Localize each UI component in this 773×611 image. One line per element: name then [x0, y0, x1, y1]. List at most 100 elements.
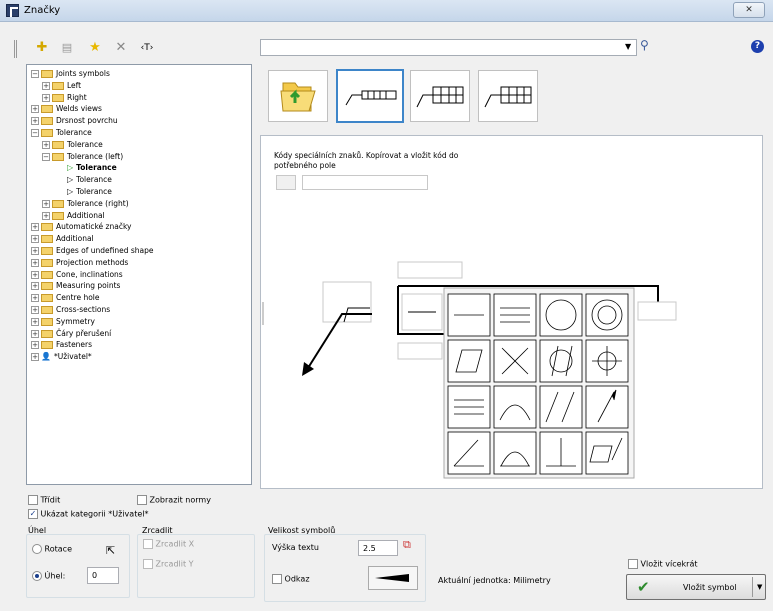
title-bar — [0, 0, 773, 22]
thumbnail-tolerance-1[interactable] — [336, 69, 404, 123]
collapse-icon[interactable]: − — [42, 152, 50, 161]
symbol-picker[interactable] — [443, 287, 635, 479]
tree-item-label: Tolerance (right) — [67, 198, 129, 208]
expand-icon[interactable]: + — [31, 282, 39, 291]
tree-item-label: Joints symbols — [56, 69, 110, 78]
symbol-drawing — [262, 261, 677, 479]
search-input[interactable] — [260, 39, 637, 56]
tree-item[interactable]: + Additional — [31, 233, 94, 244]
expand-icon[interactable]: + — [42, 93, 50, 102]
right-text-field[interactable] — [637, 301, 677, 321]
tree-item-label: Welds views — [56, 104, 102, 114]
add-icon[interactable]: ✚ — [33, 39, 51, 57]
delete-icon[interactable]: ✕ — [112, 39, 130, 57]
lower-text-field[interactable] — [397, 342, 443, 360]
tree-item-label: Right — [67, 92, 87, 102]
tree-item[interactable]: − Tolerance — [31, 127, 92, 138]
expand-icon[interactable]: + — [31, 105, 39, 114]
rotation-radio[interactable]: Rotace — [32, 544, 72, 554]
code-field[interactable] — [302, 175, 428, 190]
tree-item[interactable]: + 👤 *Uživatel* — [31, 351, 92, 362]
upper-text-field[interactable] — [397, 261, 463, 279]
folder-icon — [41, 70, 53, 78]
expand-icon[interactable]: + — [31, 247, 39, 255]
tree-item[interactable]: + Fasteners — [31, 339, 92, 350]
folder-icon — [41, 235, 53, 244]
thumbnail-tolerance-3[interactable] — [478, 70, 538, 122]
tree-item[interactable]: + Drsnost povrchu — [31, 115, 118, 126]
text-height-input[interactable]: 2.5 — [358, 540, 398, 556]
tree-item-label: Tolerance — [56, 128, 92, 137]
tree-item-label: *Uživatel* — [53, 352, 92, 362]
expand-icon[interactable]: + — [31, 353, 39, 362]
rotate-cursor-icon[interactable]: ⇱ — [106, 544, 115, 557]
expand-icon[interactable]: + — [42, 199, 50, 208]
expand-icon[interactable]: + — [31, 270, 39, 279]
folder-icon — [41, 329, 53, 338]
text-icon[interactable]: ‹T› — [138, 39, 156, 57]
leader-type-box[interactable] — [322, 281, 372, 323]
tree-item[interactable]: + Measuring points — [31, 280, 120, 291]
help-icon[interactable]: ? — [751, 40, 764, 53]
collapse-icon[interactable]: − — [31, 70, 39, 78]
expand-icon[interactable]: + — [31, 117, 39, 126]
expand-icon[interactable]: + — [31, 317, 39, 326]
tree-item[interactable]: + Left — [42, 80, 81, 91]
symbol-icon: ▷ — [67, 163, 74, 173]
tree-item[interactable]: + Projection methods — [31, 257, 128, 268]
tree-item-label: Fasteners — [56, 340, 93, 350]
chevron-down-icon[interactable]: ▼ — [625, 42, 631, 51]
expand-icon[interactable]: + — [31, 294, 39, 303]
tree-item[interactable]: + Automatické značky — [31, 221, 131, 232]
expand-icon[interactable]: + — [31, 306, 39, 314]
thumbnail-tolerance-2[interactable] — [410, 70, 470, 122]
expand-icon[interactable]: + — [31, 235, 39, 244]
tree-item[interactable]: + Čáry přerušení — [31, 328, 111, 339]
mirror-y-checkbox[interactable]: Zrcadlit Y — [143, 559, 194, 569]
chevron-down-icon[interactable]: ▼ — [757, 583, 762, 591]
tree-item[interactable]: + Tolerance — [42, 139, 103, 150]
expand-icon[interactable]: + — [31, 223, 39, 232]
expand-icon[interactable]: + — [31, 329, 39, 338]
tree-item[interactable]: + Tolerance (right) — [42, 198, 129, 209]
thumbnail-folder-up[interactable] — [268, 70, 328, 122]
mirror-x-checkbox[interactable]: Zrcadlit X — [143, 539, 194, 549]
tree-item[interactable]: + Centre hole — [31, 292, 100, 303]
expand-icon[interactable]: + — [42, 81, 50, 90]
leader-checkbox[interactable]: Odkaz — [272, 574, 310, 584]
tree-item[interactable]: + Welds views — [31, 103, 102, 114]
angle-radio[interactable]: Úhel: — [32, 571, 65, 581]
collapse-icon[interactable]: − — [31, 129, 39, 137]
insert-multiple-checkbox[interactable]: Vložit vícekrát — [628, 559, 697, 569]
close-button[interactable]: ✕ — [733, 2, 765, 18]
show-user-category-checkbox[interactable]: ✓ Ukázat kategorii *Uživatel* — [28, 509, 148, 519]
favorite-icon[interactable]: ★ — [86, 39, 104, 57]
tree-item[interactable]: ▷ Tolerance — [67, 186, 112, 197]
tree-item[interactable]: ▷ Tolerance — [67, 174, 112, 185]
tree-item[interactable]: + Cross-sections — [31, 304, 110, 315]
show-norms-checkbox[interactable]: Zobrazit normy — [137, 495, 211, 505]
properties-icon[interactable]: ▤ — [58, 39, 76, 57]
expand-icon[interactable]: + — [31, 341, 39, 350]
tree-item[interactable]: − Tolerance (left) — [42, 151, 123, 162]
tree-item[interactable]: + Cone, inclinations — [31, 269, 123, 280]
tree-item[interactable]: − Joints symbols — [31, 68, 110, 79]
category-tree[interactable]: − Joints symbols + Left + Right + Welds views + D… — [26, 64, 252, 485]
leader-style-button[interactable] — [368, 566, 418, 590]
sort-checkbox[interactable]: Třídit — [28, 495, 60, 505]
angle-input[interactable]: 0 — [87, 567, 119, 584]
expand-icon[interactable]: + — [31, 258, 39, 267]
tree-item[interactable]: + Right — [42, 92, 87, 103]
pick-size-icon[interactable]: ⧉ — [403, 538, 411, 552]
tree-item[interactable]: + Additional — [42, 210, 105, 221]
app-icon — [6, 4, 19, 17]
search-icon[interactable]: ⚲ — [640, 38, 649, 52]
expand-icon[interactable]: + — [42, 211, 50, 220]
expand-icon[interactable]: + — [42, 140, 50, 149]
tree-item[interactable]: + Edges of undefined shape — [31, 245, 154, 256]
tree-item[interactable]: ▷ Tolerance — [67, 162, 117, 173]
insert-symbol-button[interactable]: ✔ Vložit symbol ▼ — [626, 574, 766, 600]
tree-item[interactable]: + Symmetry — [31, 316, 95, 327]
toolbar-grip[interactable] — [14, 40, 17, 58]
folder-icon — [52, 81, 64, 90]
